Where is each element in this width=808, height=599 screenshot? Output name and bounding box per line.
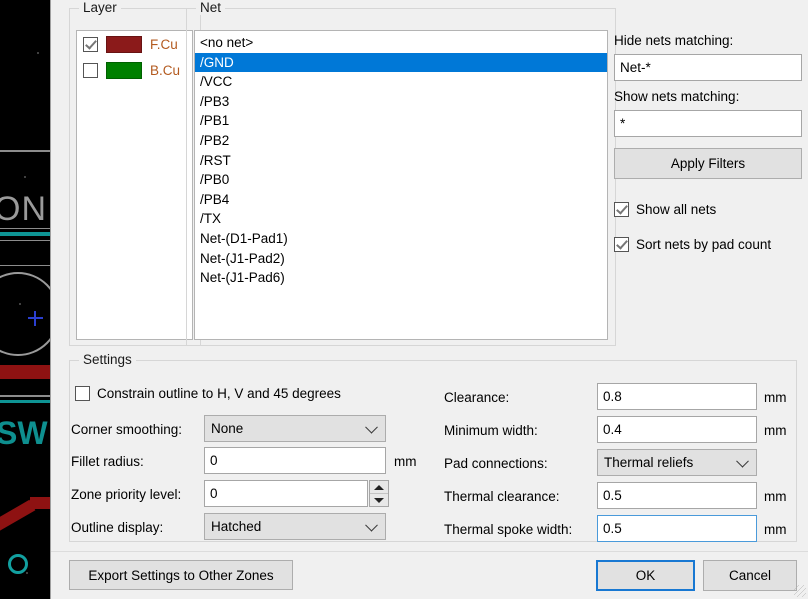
fillet-radius-unit: mm xyxy=(394,454,417,469)
pcb-silkscreen-label: SW xyxy=(0,415,48,451)
pcb-graphic-line xyxy=(0,240,50,241)
net-list-item[interactable]: /PB1 xyxy=(195,111,607,131)
pcb-silk-trace xyxy=(0,400,50,403)
show-all-nets-row[interactable]: Show all nets xyxy=(614,202,716,217)
zone-properties-dialog: Layer F.Cu B.Cu Net <no net>/GND/VCC/PB3… xyxy=(50,0,808,599)
thermal-spoke-label: Thermal spoke width: xyxy=(444,522,573,537)
layer-label-bcu: B.Cu xyxy=(150,62,181,78)
hide-nets-input[interactable] xyxy=(614,54,802,81)
outline-display-label: Outline display: xyxy=(71,520,164,535)
net-list-item[interactable]: Net-(J1-Pad2) xyxy=(195,249,607,269)
clearance-label: Clearance: xyxy=(444,390,510,405)
dialog-body: Layer F.Cu B.Cu Net <no net>/GND/VCC/PB3… xyxy=(51,0,808,551)
pcb-silkscreen-text: ON. xyxy=(0,190,58,228)
show-nets-label: Show nets matching: xyxy=(614,89,740,104)
zone-priority-input[interactable] xyxy=(204,480,368,507)
stepper-down-button[interactable] xyxy=(370,493,388,506)
chevron-down-icon xyxy=(365,420,378,434)
minimum-width-label: Minimum width: xyxy=(444,423,538,438)
zone-priority-label: Zone priority level: xyxy=(71,487,182,502)
show-all-nets-label: Show all nets xyxy=(636,202,717,217)
cancel-button[interactable]: Cancel xyxy=(703,560,797,591)
clearance-input[interactable] xyxy=(597,383,757,410)
net-list-item[interactable]: /TX xyxy=(195,209,607,229)
thermal-clearance-label: Thermal clearance: xyxy=(444,489,560,504)
fillet-radius-input[interactable] xyxy=(204,447,386,474)
pcb-silk-trace xyxy=(0,232,50,236)
thermal-spoke-input[interactable] xyxy=(597,515,757,542)
show-all-nets-checkbox[interactable] xyxy=(614,202,629,217)
layer-list[interactable]: F.Cu B.Cu xyxy=(76,30,193,340)
pad-connections-value: Thermal reliefs xyxy=(604,455,694,470)
corner-smoothing-value: None xyxy=(211,421,244,436)
layer-row[interactable]: F.Cu xyxy=(77,31,192,57)
outline-display-select[interactable]: Hatched xyxy=(204,513,386,540)
layer-color-swatch-bcu xyxy=(106,61,142,79)
show-nets-input[interactable] xyxy=(614,110,802,137)
apply-filters-button[interactable]: Apply Filters xyxy=(614,148,802,179)
net-list-item[interactable]: /GND xyxy=(195,52,607,73)
minimum-width-unit: mm xyxy=(764,423,787,438)
net-list-item[interactable]: Net-(J1-Pad6) xyxy=(195,268,607,288)
thermal-spoke-unit: mm xyxy=(764,522,787,537)
pcb-dot xyxy=(19,303,21,305)
pcb-dot xyxy=(26,572,28,574)
constrain-outline-label: Constrain outline to H, V and 45 degrees xyxy=(97,386,341,401)
clearance-unit: mm xyxy=(764,390,787,405)
net-group-title: Net xyxy=(196,0,226,15)
net-list-item[interactable]: /PB0 xyxy=(195,170,607,190)
layer-label-fcu: F.Cu xyxy=(150,36,178,52)
layer-checkbox-bcu[interactable] xyxy=(83,62,98,78)
net-list-item[interactable]: <no net> xyxy=(195,33,607,53)
layer-color-swatch-fcu xyxy=(106,35,142,53)
minimum-width-input[interactable] xyxy=(597,416,757,443)
pcb-cursor-crosshair xyxy=(34,311,36,326)
corner-smoothing-label: Corner smoothing: xyxy=(71,422,183,437)
chevron-down-icon xyxy=(365,518,378,532)
constrain-outline-checkbox[interactable] xyxy=(75,386,90,401)
pcb-graphic-line xyxy=(0,265,50,266)
hide-nets-label: Hide nets matching: xyxy=(614,33,734,48)
net-list-item[interactable]: /PB3 xyxy=(195,92,607,112)
sort-nets-label: Sort nets by pad count xyxy=(636,237,772,252)
pcb-copper-trace xyxy=(0,365,50,379)
net-list-item[interactable]: Net-(D1-Pad1) xyxy=(195,229,607,249)
net-list-item[interactable]: /VCC xyxy=(195,72,607,92)
fillet-radius-label: Fillet radius: xyxy=(71,454,144,469)
triangle-up-icon xyxy=(374,484,384,490)
net-list[interactable]: <no net>/GND/VCC/PB3/PB1/PB2/RST/PB0/PB4… xyxy=(194,30,608,340)
pcb-graphic-line xyxy=(0,228,50,229)
thermal-clearance-unit: mm xyxy=(764,489,787,504)
chevron-down-icon xyxy=(736,454,749,468)
stepper-up-button[interactable] xyxy=(370,481,388,493)
pcb-dot xyxy=(37,52,39,54)
resize-grip[interactable] xyxy=(794,585,806,597)
pcb-dot xyxy=(24,176,26,178)
footer-divider xyxy=(51,551,808,552)
net-list-item[interactable]: /PB4 xyxy=(195,190,607,210)
outline-display-value: Hatched xyxy=(211,519,262,534)
pcb-via-ring xyxy=(8,554,28,574)
net-list-item[interactable]: /PB2 xyxy=(195,131,607,151)
constrain-outline-row[interactable]: Constrain outline to H, V and 45 degrees xyxy=(75,386,341,401)
sort-nets-checkbox[interactable] xyxy=(614,237,629,252)
export-settings-button[interactable]: Export Settings to Other Zones xyxy=(69,560,293,590)
corner-smoothing-select[interactable]: None xyxy=(204,415,386,442)
pcb-graphic-line xyxy=(0,395,50,397)
triangle-down-icon xyxy=(374,497,384,503)
layer-row[interactable]: B.Cu xyxy=(77,57,192,83)
ok-button[interactable]: OK xyxy=(596,560,695,591)
pcb-graphic-line xyxy=(0,150,50,152)
pad-connections-select[interactable]: Thermal reliefs xyxy=(597,449,757,476)
sort-nets-row[interactable]: Sort nets by pad count xyxy=(614,237,771,252)
layer-checkbox-fcu[interactable] xyxy=(83,36,98,52)
settings-group-title: Settings xyxy=(79,352,136,367)
layer-group-title: Layer xyxy=(79,0,121,15)
zone-priority-stepper[interactable] xyxy=(369,480,389,507)
thermal-clearance-input[interactable] xyxy=(597,482,757,509)
pad-connections-label: Pad connections: xyxy=(444,456,548,471)
net-list-item[interactable]: /RST xyxy=(195,151,607,171)
